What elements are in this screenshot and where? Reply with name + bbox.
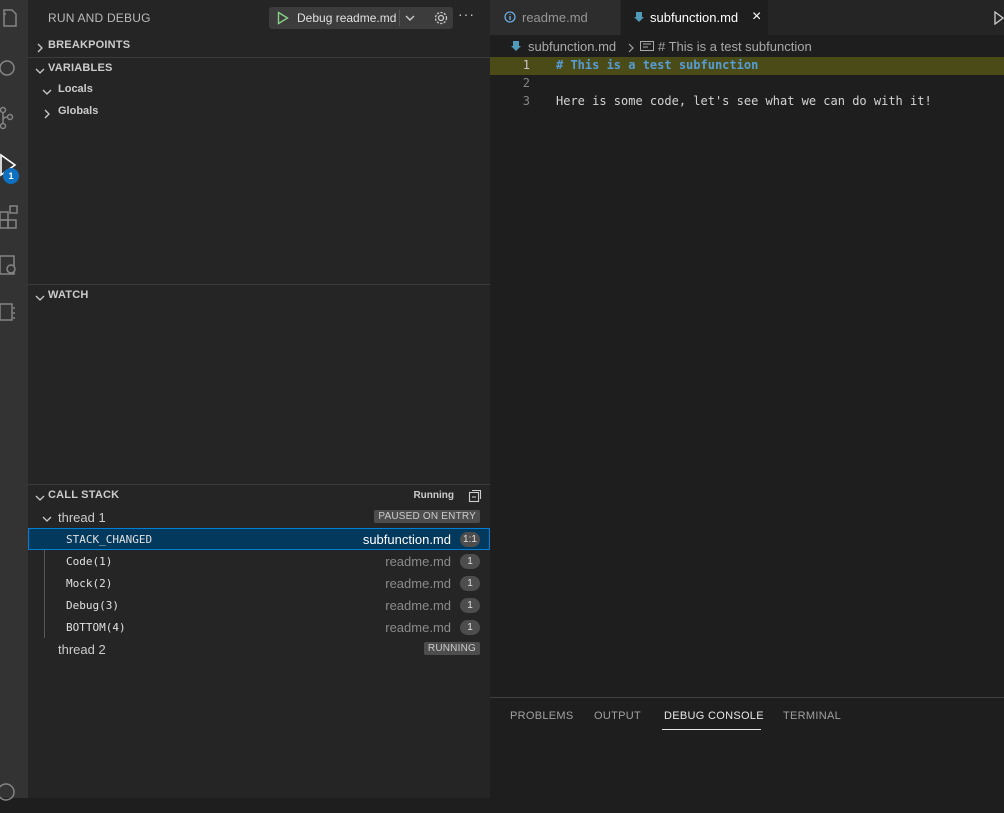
watch-section-header[interactable]: WATCH: [28, 285, 490, 307]
thread-name: thread 1: [58, 510, 106, 525]
tab-label: subfunction.md: [650, 10, 739, 25]
frame-name: Mock(2): [66, 577, 113, 590]
line-text: # This is a test subfunction: [556, 58, 759, 72]
frame-file: readme.md: [385, 598, 451, 613]
code-line[interactable]: 1 # This is a test subfunction: [490, 57, 1004, 75]
chevron-down-icon: [35, 64, 45, 79]
string-symbol-icon: [640, 40, 654, 55]
chevron-down-icon: [35, 291, 45, 306]
run-file-icon[interactable]: [994, 10, 1004, 28]
thread-state-badge: PAUSED ON ENTRY: [374, 510, 480, 523]
line-number: 3: [522, 94, 530, 108]
debug-sidebar: RUN AND DEBUG Debug readme.md ··· BREAKP…: [28, 0, 490, 798]
frame-file: readme.md: [385, 620, 451, 635]
chevron-right-icon: [35, 41, 45, 56]
call-stack-section-header[interactable]: CALL STACK Running: [28, 485, 490, 507]
chevron-down-icon: [35, 491, 45, 506]
launch-config-dropdown[interactable]: Debug readme.md: [269, 7, 453, 29]
frame-line-badge: 1:1: [460, 532, 480, 547]
explorer-icon[interactable]: [0, 6, 28, 34]
thread-row[interactable]: thread 1 PAUSED ON ENTRY: [28, 506, 490, 528]
source-control-icon[interactable]: [0, 104, 28, 132]
line-number: 2: [522, 76, 530, 90]
tab-label: readme.md: [522, 10, 588, 25]
chevron-right-icon: [626, 41, 636, 56]
markdown-icon: [510, 40, 522, 55]
account-icon[interactable]: [0, 782, 28, 810]
globals-label: Globals: [58, 105, 99, 117]
frame-file: subfunction.md: [362, 532, 451, 547]
thread-name: thread 2: [58, 642, 106, 657]
extensions-icon[interactable]: [0, 202, 28, 230]
tab-output[interactable]: OUTPUT: [594, 710, 641, 722]
code-line[interactable]: 2: [490, 75, 1004, 93]
thread-state-badge: RUNNING: [423, 642, 480, 655]
dropdown-separator: [399, 10, 400, 26]
breadcrumb: subfunction.md # This is a test subfunct…: [490, 35, 1004, 57]
gear-icon[interactable]: [433, 10, 449, 29]
frame-name: Code(1): [66, 555, 113, 568]
globals-scope[interactable]: Globals: [28, 101, 490, 123]
variables-section-header[interactable]: VARIABLES: [28, 58, 490, 80]
frame-name: Debug(3): [66, 599, 119, 612]
line-text: Here is some code, let's see what we can…: [556, 94, 932, 108]
frame-name: STACK_CHANGED: [66, 533, 153, 546]
tab-debug-console[interactable]: DEBUG CONSOLE: [664, 710, 764, 722]
tab-problems[interactable]: PROBLEMS: [510, 710, 574, 722]
search-icon[interactable]: [0, 54, 28, 82]
watch-label: WATCH: [48, 289, 89, 301]
frame-line-badge: 1: [460, 598, 480, 613]
stack-frame[interactable]: BOTTOM(4) readme.md 1: [28, 616, 490, 638]
stack-frame[interactable]: Debug(3) readme.md 1: [28, 594, 490, 616]
chevron-down-icon: [42, 85, 52, 100]
remote-explorer-icon[interactable]: [0, 252, 28, 280]
debug-badge: 1: [3, 168, 19, 184]
tab-readme[interactable]: readme.md: [490, 0, 620, 35]
frame-line-badge: 1: [460, 576, 480, 591]
line-number: 1: [522, 58, 530, 72]
bottom-panel: PROBLEMS OUTPUT DEBUG CONSOLE TERMINAL: [490, 697, 1004, 799]
chevron-down-icon[interactable]: [403, 11, 417, 28]
tab-subfunction[interactable]: subfunction.md ×: [621, 0, 768, 35]
call-stack-label: CALL STACK: [48, 489, 120, 501]
breakpoints-label: BREAKPOINTS: [48, 39, 131, 51]
notebook-icon[interactable]: [0, 298, 28, 326]
editor-area: readme.md subfunction.md × subfunction.m…: [490, 0, 1004, 799]
debug-status: Running: [413, 490, 454, 501]
frame-line-badge: 1: [460, 620, 480, 635]
active-tab-indicator: [662, 729, 761, 730]
chevron-down-icon: [42, 512, 52, 527]
more-actions-icon[interactable]: ···: [458, 6, 475, 22]
markdown-icon: [633, 11, 645, 26]
variables-label: VARIABLES: [48, 62, 113, 74]
code-line[interactable]: 3 Here is some code, let's see what we c…: [490, 93, 1004, 111]
activity-bar: 1: [0, 0, 28, 801]
sidebar-titlebar: RUN AND DEBUG Debug readme.md ···: [28, 0, 490, 36]
close-icon[interactable]: ×: [752, 8, 761, 26]
info-icon: [504, 11, 516, 26]
editor-tabs: readme.md subfunction.md ×: [490, 0, 1004, 35]
thread-row[interactable]: thread 2 RUNNING: [28, 638, 490, 660]
breadcrumb-file[interactable]: subfunction.md: [528, 39, 616, 54]
launch-config-label: Debug readme.md: [297, 11, 397, 25]
breakpoints-section-header[interactable]: BREAKPOINTS: [28, 35, 490, 57]
chevron-right-icon: [42, 107, 52, 122]
locals-label: Locals: [58, 83, 93, 95]
stack-frame[interactable]: STACK_CHANGED subfunction.md 1:1: [28, 528, 490, 550]
tab-terminal[interactable]: TERMINAL: [783, 710, 841, 722]
locals-scope[interactable]: Locals: [28, 79, 490, 101]
stack-frame[interactable]: Mock(2) readme.md 1: [28, 572, 490, 594]
frame-name: BOTTOM(4): [66, 621, 126, 634]
stack-frame[interactable]: Code(1) readme.md 1: [28, 550, 490, 572]
collapse-all-icon[interactable]: [468, 489, 482, 506]
frame-file: readme.md: [385, 576, 451, 591]
frame-line-badge: 1: [460, 554, 480, 569]
sidebar-title: RUN AND DEBUG: [48, 11, 151, 25]
breadcrumb-symbol[interactable]: # This is a test subfunction: [658, 39, 812, 54]
frame-file: readme.md: [385, 554, 451, 569]
start-debugging-icon[interactable]: [277, 11, 289, 28]
